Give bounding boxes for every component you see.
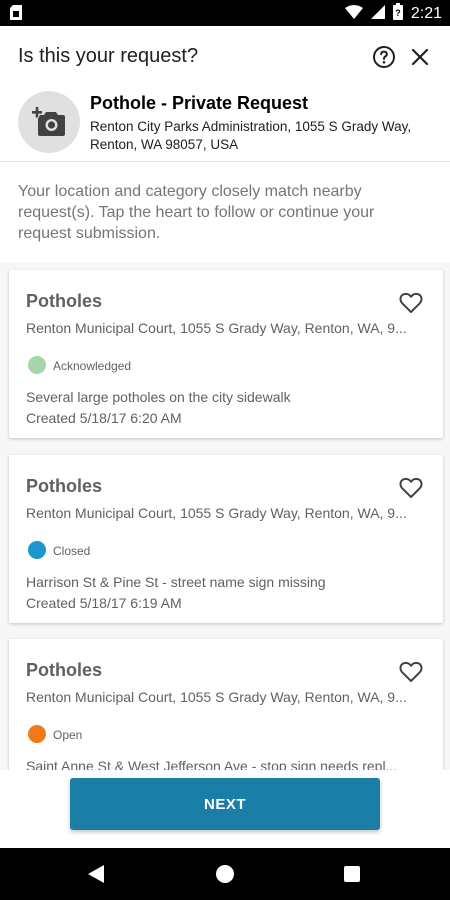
card-description: Saint Anne St & West Jefferson Ave - sto…	[26, 758, 398, 770]
card-address: Renton Municipal Court, 1055 S Grady Way…	[26, 320, 407, 336]
signal-icon	[370, 4, 385, 24]
card-title: Potholes	[26, 476, 103, 496]
close-icon[interactable]	[410, 47, 430, 67]
recents-icon[interactable]	[344, 866, 360, 882]
card-address: Renton Municipal Court, 1055 S Grady Way…	[26, 689, 407, 705]
status-time: 2:21	[410, 5, 442, 22]
status-badge: Closed	[53, 544, 91, 558]
nearby-requests-list[interactable]: Potholes Renton Municipal Court, 1055 S …	[0, 262, 450, 770]
card-address: Renton Municipal Court, 1055 S Grady Way…	[26, 505, 407, 521]
card-created-date: Created 5/18/17 6:19 AM	[26, 595, 182, 611]
status-dot	[28, 356, 46, 374]
next-button[interactable]: NEXT	[70, 778, 380, 830]
wifi-icon	[344, 4, 363, 24]
card-created-date: Created 5/18/17 6:20 AM	[26, 410, 182, 426]
request-card[interactable]: Potholes Renton Municipal Court, 1055 S …	[9, 639, 443, 770]
status-dot	[28, 725, 46, 743]
card-description: Harrison St & Pine St - street name sign…	[26, 574, 326, 590]
status-bar: ? 2:21	[0, 0, 450, 26]
request-address: Renton City Parks Administration, 1055 S…	[90, 119, 412, 152]
heart-icon[interactable]	[399, 476, 423, 500]
footer: NEXT	[0, 770, 450, 848]
dialog-header: Is this your request?	[0, 26, 450, 88]
svg-text:?: ?	[395, 8, 401, 18]
card-title: Potholes	[26, 291, 103, 311]
page-title: Is this your request?	[18, 45, 199, 67]
heart-icon[interactable]	[399, 291, 423, 315]
help-circle-icon[interactable]	[372, 45, 396, 69]
request-title: Pothole - Private Request	[90, 93, 309, 113]
request-card[interactable]: Potholes Renton Municipal Court, 1055 S …	[9, 455, 443, 623]
navigation-bar	[0, 848, 450, 900]
request-card[interactable]: Potholes Renton Municipal Court, 1055 S …	[9, 270, 443, 438]
status-badge: Acknowledged	[53, 359, 132, 373]
back-icon[interactable]	[88, 865, 104, 888]
status-dot	[28, 541, 46, 559]
intro-text: Your location and category closely match…	[18, 183, 375, 242]
card-description: Several large potholes on the city sidew…	[26, 389, 291, 405]
sim-card-icon	[10, 5, 22, 25]
heart-icon[interactable]	[399, 660, 423, 684]
add-photo-icon[interactable]	[18, 91, 80, 153]
request-summary: Pothole - Private Request Renton City Pa…	[0, 88, 450, 162]
home-icon[interactable]	[216, 865, 234, 883]
card-title: Potholes	[26, 660, 103, 680]
battery-icon: ?	[392, 3, 403, 25]
status-badge: Open	[53, 728, 83, 742]
